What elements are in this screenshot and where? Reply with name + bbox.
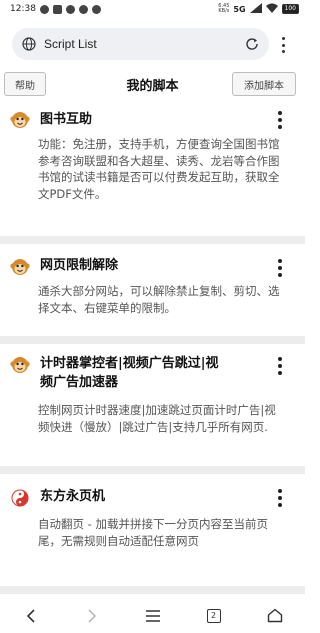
kebab-dot [278, 364, 282, 368]
home-icon [267, 608, 282, 623]
page-title: 我的脚本 [126, 78, 179, 94]
script-menu-button[interactable] [277, 357, 283, 375]
signal-icon [249, 2, 262, 16]
kebab-dot [278, 111, 282, 115]
kebab-dot [278, 259, 282, 263]
battery-icon: 100 [281, 4, 299, 14]
kebab-dot [278, 266, 282, 270]
app-notification-icon [52, 4, 62, 14]
script-menu-button[interactable] [277, 489, 283, 507]
card-separator [0, 466, 305, 474]
app-header: 帮助 我的脚本 添加脚本 [0, 66, 305, 102]
menu-button[interactable] [138, 603, 168, 629]
script-description: 通杀大部分网站，可以解除禁止复制、剪切、选择文本、右键菜单的限制。 [38, 284, 280, 315]
status-bar: 12:38 6.45 KB/s 5G 100 [0, 0, 305, 18]
status-time: 12:38 [10, 4, 36, 14]
script-card[interactable]: 图书互助 功能：免注册，支持手机，方便查询全国图书馆参考咨询联盟和各大超星、读秀… [0, 107, 305, 233]
script-card[interactable]: 东方永页机 自动翻页 - 加载并拼接下一分页内容至当前页尾，无需规则自动适配任意… [0, 486, 305, 576]
chevron-right-icon [87, 608, 96, 623]
monkey-icon [10, 357, 30, 373]
card-separator [0, 236, 305, 244]
add-script-button[interactable]: 添加脚本 [232, 72, 296, 96]
menu-dot [281, 37, 285, 40]
monkey-icon [10, 259, 30, 275]
card-separator [0, 586, 305, 594]
status-left: 12:38 [10, 4, 101, 14]
script-description: 自动翻页 - 加载并拼接下一分页内容至当前页尾，无需规则自动适配任意网页 [38, 517, 268, 548]
network-type: 5G [233, 4, 246, 14]
yin-yang-icon [11, 489, 29, 507]
script-menu-button[interactable] [277, 111, 283, 129]
status-right: 6.45 KB/s 5G 100 [218, 2, 299, 16]
menu-dot [281, 43, 285, 47]
chat-icon [78, 4, 88, 14]
kebab-dot [278, 125, 282, 129]
kebab-dot [278, 371, 282, 375]
back-button[interactable] [16, 603, 46, 629]
card-separator [0, 336, 305, 344]
reload-icon[interactable] [245, 37, 259, 51]
hamburger-icon [145, 609, 160, 622]
message-icon [65, 4, 75, 14]
kebab-dot [278, 118, 282, 122]
script-title: 东方永页机 [40, 489, 106, 504]
kebab-dot [278, 489, 282, 493]
script-card[interactable]: 计时器掌控者|视频广告跳过|视 频广告加速器 控制网页计时器速度|加速跳过页面计… [0, 352, 305, 460]
home-button[interactable] [260, 603, 290, 629]
script-description: 控制网页计时器速度|加速跳过页面计时广告|视频快进（慢放）|跳过广告|支持几乎所… [38, 403, 276, 434]
menu-dot [281, 50, 285, 53]
kebab-dot [278, 496, 282, 500]
monkey-icon [10, 112, 30, 128]
kebab-dot [278, 273, 282, 277]
tabs-button[interactable]: 2 [199, 603, 229, 629]
url-text[interactable]: Script List [44, 37, 245, 51]
kebab-dot [278, 357, 282, 361]
forward-button[interactable] [77, 603, 107, 629]
wifi-icon [265, 3, 278, 16]
script-title: 图书互助 [40, 112, 93, 127]
script-title: 网页限制解除 [40, 258, 119, 273]
globe-icon [22, 37, 36, 51]
notification-icon [39, 4, 49, 14]
browser-menu-button[interactable] [276, 34, 290, 56]
url-bar[interactable]: Script List [12, 28, 269, 60]
script-description: 功能：免注册，支持手机，方便查询全国图书馆参考咨询联盟和各大超星、读秀、龙岩等合… [38, 137, 280, 201]
script-card[interactable]: 网页限制解除 通杀大部分网站，可以解除禁止复制、剪切、选择文本、右键菜单的限制。 [0, 254, 305, 334]
tab-count: 2 [206, 608, 221, 623]
kebab-dot [278, 503, 282, 507]
help-button[interactable]: 帮助 [4, 72, 46, 96]
script-title-line-2: 频广告加速器 [40, 375, 119, 390]
chevron-left-icon [26, 608, 35, 623]
network-speed-unit: KB/s [218, 8, 230, 14]
browser-nav-bar: 2 [0, 598, 305, 633]
weather-icon [91, 4, 101, 14]
script-menu-button[interactable] [277, 259, 283, 277]
